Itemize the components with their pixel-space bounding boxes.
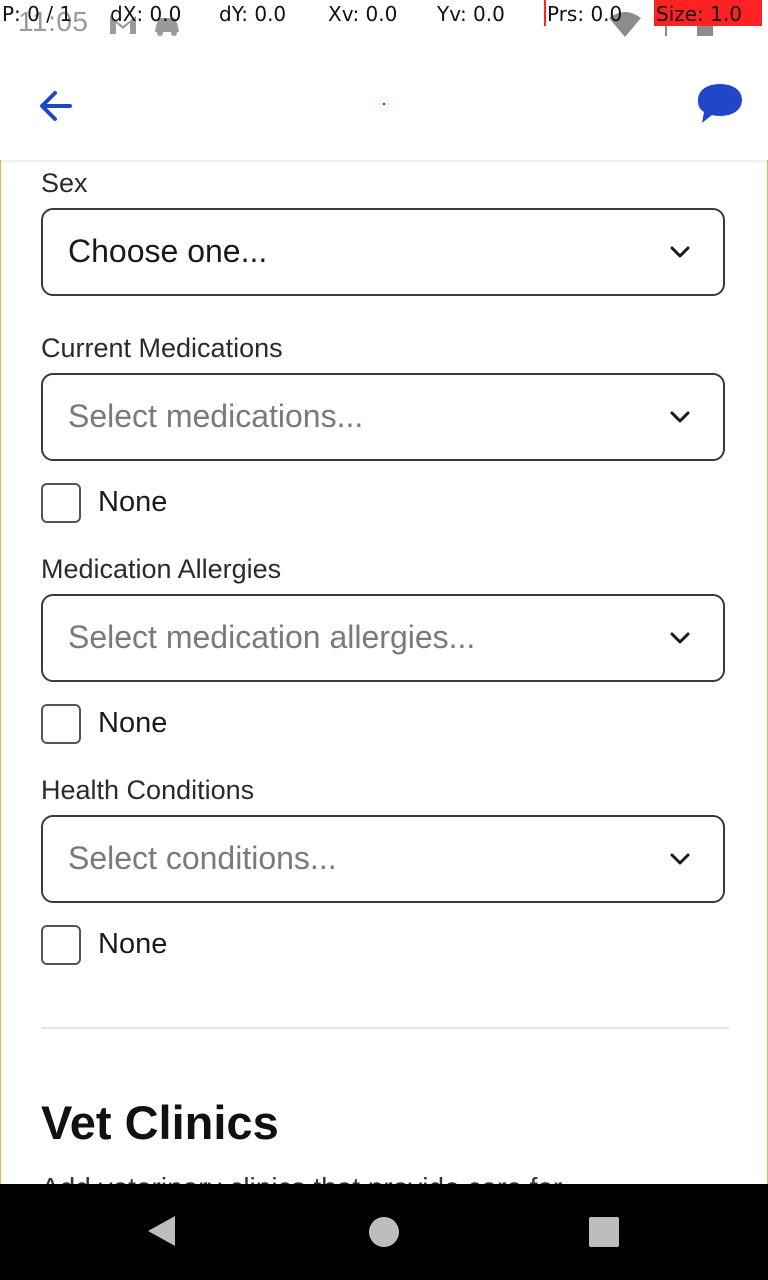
arrow-left-icon bbox=[40, 91, 72, 121]
pointer-yv: Yv: 0.0 bbox=[437, 2, 505, 26]
medications-none-checkbox[interactable] bbox=[41, 483, 81, 523]
pointer-prs-marker bbox=[544, 0, 546, 26]
conditions-none-label: None bbox=[98, 928, 168, 960]
nav-home-button[interactable] bbox=[369, 1217, 399, 1247]
back-button[interactable] bbox=[34, 84, 78, 128]
red-dot bbox=[383, 103, 385, 105]
conditions-select[interactable]: Select conditions... bbox=[41, 815, 725, 903]
vet-clinics-description: Add veterinary clinics that provide care… bbox=[41, 1172, 584, 1184]
conditions-placeholder: Select conditions... bbox=[68, 840, 337, 876]
allergies-placeholder: Select medication allergies... bbox=[68, 619, 476, 655]
chevron-down-icon bbox=[670, 246, 690, 258]
triangle-back-icon bbox=[148, 1216, 175, 1246]
chat-bubble-icon bbox=[698, 84, 742, 123]
medications-label: Current Medications bbox=[41, 333, 283, 363]
chat-button[interactable] bbox=[694, 80, 746, 128]
conditions-none-checkbox[interactable] bbox=[41, 925, 81, 965]
allergies-select[interactable]: Select medication allergies... bbox=[41, 594, 725, 682]
conditions-label: Health Conditions bbox=[41, 775, 255, 805]
form-content: Sex Choose one... Current Medications Se… bbox=[0, 160, 768, 1184]
allergies-label: Medication Allergies bbox=[41, 554, 282, 584]
pointer-p: P: 0 / 1 bbox=[2, 2, 73, 26]
navigation-bar bbox=[0, 1184, 768, 1280]
pointer-dx: dX: 0.0 bbox=[110, 2, 182, 26]
vet-clinics-title: Vet Clinics bbox=[41, 1096, 279, 1149]
allergies-none-checkbox[interactable] bbox=[41, 704, 81, 744]
allergies-none-label: None bbox=[98, 707, 168, 739]
chevron-down-icon bbox=[670, 853, 690, 865]
medications-select[interactable]: Select medications... bbox=[41, 373, 725, 461]
sex-label: Sex bbox=[41, 168, 88, 198]
status-bar: 11:05 P: 0 / 1 dX: 0.0 dY: 0.0 Xv: 0.0 Y… bbox=[0, 0, 768, 48]
pointer-prs: Prs: 0.0 bbox=[547, 2, 623, 26]
medications-none-label: None bbox=[98, 486, 168, 518]
nav-back-button[interactable] bbox=[146, 1214, 176, 1253]
medications-placeholder: Select medications... bbox=[68, 398, 364, 434]
nav-recents-button[interactable] bbox=[589, 1217, 619, 1247]
app-bar bbox=[0, 48, 768, 160]
section-divider bbox=[41, 1027, 729, 1029]
sex-select[interactable]: Choose one... bbox=[41, 208, 725, 296]
pointer-size: Size: 1.0 bbox=[656, 2, 742, 26]
chevron-down-icon bbox=[670, 632, 690, 644]
chevron-down-icon bbox=[670, 411, 690, 423]
sex-select-value: Choose one... bbox=[68, 233, 268, 269]
pointer-xv: Xv: 0.0 bbox=[328, 2, 398, 26]
pointer-dy: dY: 0.0 bbox=[219, 2, 287, 26]
